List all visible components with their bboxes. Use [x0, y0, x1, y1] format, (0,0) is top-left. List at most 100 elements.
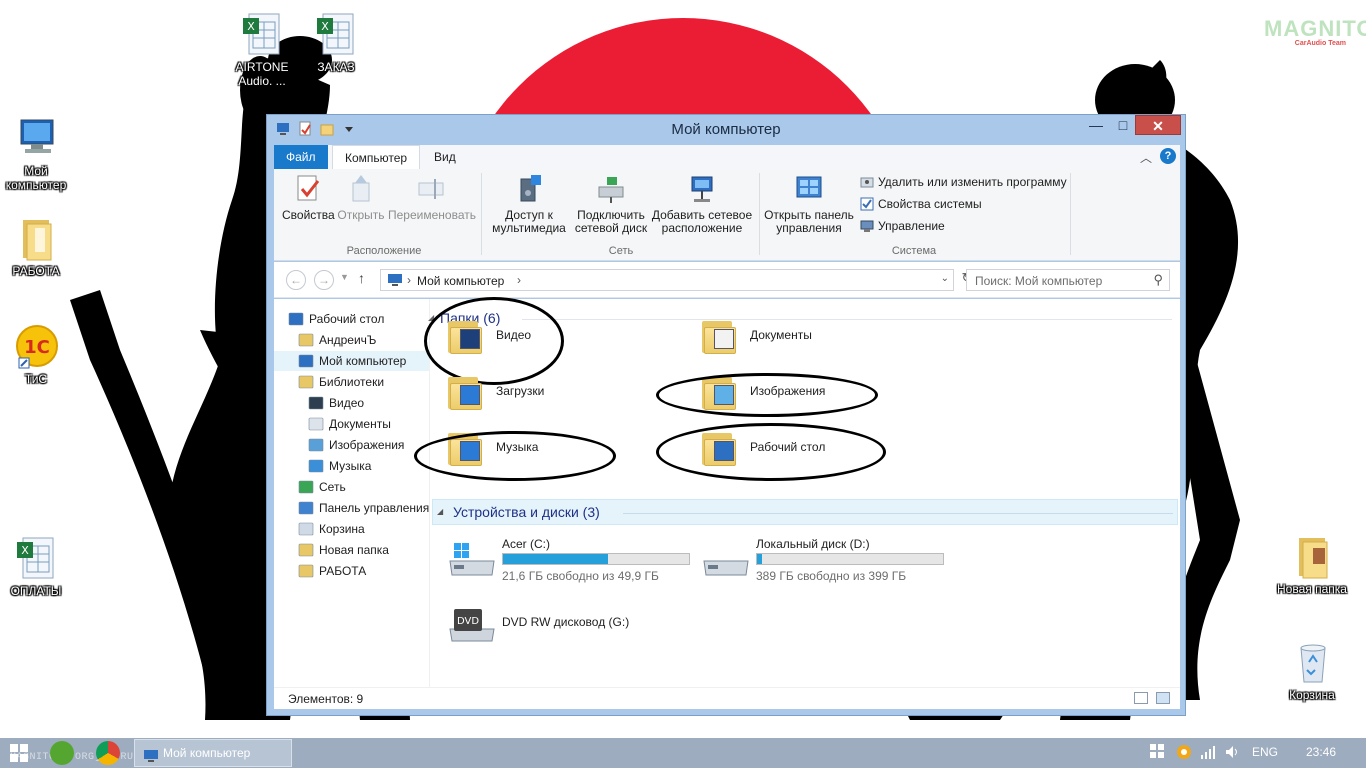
start-windows-icon[interactable] [10, 744, 28, 762]
drive-item[interactable]: Acer (C:) 21,6 ГБ свободно из 49,9 ГБ [448, 535, 698, 585]
highlight-circle [656, 423, 886, 481]
uninstall-program-button[interactable]: Удалить или изменить программу [860, 173, 1067, 191]
folder-item[interactable]: Документы [700, 310, 812, 360]
nav-item-label: Панель управления [319, 501, 430, 515]
desktop-icon-work-folder[interactable]: РАБОТА [0, 214, 76, 278]
nav-item[interactable]: АндреичЪ [274, 330, 429, 350]
back-button[interactable]: ← [286, 270, 306, 290]
desktop-icon-new-folder[interactable]: Новая папка [1270, 532, 1354, 596]
devices-group-header-row[interactable]: ◢ Устройства и диски (3) [432, 499, 1178, 525]
up-button[interactable]: ↑ [358, 270, 365, 286]
maximize-button[interactable]: □ [1109, 115, 1137, 135]
ribbon-separator [1070, 173, 1071, 255]
ribbon-tabs: Файл Компьютер Вид ︿ ? [274, 145, 1180, 169]
rename-button[interactable]: Переименовать [388, 173, 476, 222]
tab-computer[interactable]: Компьютер [332, 145, 421, 169]
collapse-ribbon-icon[interactable]: ︿ [1140, 149, 1152, 166]
desktop-icon-order[interactable]: X ЗАКАЗ [296, 10, 376, 74]
nav-item[interactable]: Документы [274, 414, 429, 434]
pictures-icon [308, 438, 324, 452]
signal-icon[interactable] [1200, 744, 1216, 763]
control-panel-icon [793, 173, 825, 205]
navigation-pane: Рабочий стол АндреичЪ Мой компьютер Библиот… [274, 299, 430, 687]
nav-item[interactable]: Библиотеки [274, 372, 429, 392]
window-titlebar[interactable]: Мой компьютер — □ ✕ [267, 115, 1185, 143]
taskbar-explorer-button[interactable]: Мой компьютер [134, 739, 292, 767]
properties-icon [292, 173, 324, 205]
add-network-location-button[interactable]: Добавить сетевое расположение [650, 173, 754, 235]
desktop-icon-1c[interactable]: 1С ТиС [0, 322, 76, 386]
media-server-icon [513, 173, 545, 205]
utorrent-icon[interactable] [50, 741, 74, 765]
nav-item[interactable]: Корзина [274, 519, 429, 539]
address-bar[interactable]: › Мой компьютер › ⌄ [380, 269, 954, 291]
desktop-icon-payments[interactable]: X ОПЛАТЫ [0, 534, 76, 598]
desktop-icon-my-computer[interactable]: Мой компьютер [0, 114, 76, 192]
desktop-icon-label: ОПЛАТЫ [10, 584, 62, 598]
desktop-windows-icon[interactable] [1150, 744, 1164, 761]
nav-item[interactable]: Панель управления [274, 498, 430, 518]
rename-icon [415, 173, 447, 205]
language-indicator[interactable]: ENG [1252, 745, 1278, 759]
breadcrumb-chevron-icon[interactable]: › [517, 273, 521, 287]
chrome-icon[interactable] [96, 741, 120, 765]
desktop-icon-label: ЗАКАЗ [317, 60, 355, 74]
media-access-button[interactable]: Доступ к мультимедиа [486, 173, 572, 235]
minimize-button[interactable]: — [1082, 115, 1110, 135]
tab-view[interactable]: Вид [422, 145, 468, 169]
desktop-icon-label: РАБОТА [12, 264, 60, 278]
nav-item-label: Изображения [329, 438, 405, 452]
nav-item[interactable]: Видео [274, 393, 429, 413]
properties-button[interactable]: Свойства [282, 173, 335, 222]
volume-icon[interactable] [1224, 744, 1240, 763]
close-button[interactable]: ✕ [1135, 115, 1181, 135]
highlight-circle [414, 431, 616, 481]
properties-label: Свойства [282, 208, 335, 222]
nav-item[interactable]: Изображения [274, 435, 429, 455]
nav-item[interactable]: Мой компьютер [274, 351, 429, 371]
open-icon [345, 173, 377, 205]
magnitola-logo-text: MAGNITOLA [1264, 16, 1366, 41]
details-view-icon[interactable] [1134, 692, 1148, 704]
nav-item[interactable]: Новая папка [274, 540, 429, 560]
breadcrumb-chevron-icon[interactable]: › [407, 273, 411, 287]
documents-folder-icon [700, 315, 740, 355]
nav-item[interactable]: Музыка [274, 456, 429, 476]
large-icons-view-icon[interactable] [1156, 692, 1170, 704]
clock[interactable]: 23:46 [1306, 745, 1336, 759]
group-label-location: Расположение [346, 245, 422, 257]
system-properties-button[interactable]: Свойства системы [860, 195, 982, 213]
documents-icon [308, 417, 324, 431]
desktop-icon-recycle-bin[interactable]: Корзина [1272, 638, 1352, 702]
excel-file-icon: X [11, 534, 61, 584]
drive-item[interactable]: Локальный диск (D:) 389 ГБ свободно из 39… [702, 535, 952, 585]
system-properties-icon [860, 197, 874, 211]
tab-file[interactable]: Файл [274, 145, 328, 169]
collapse-group-icon[interactable]: ◢ [437, 507, 443, 516]
open-control-panel-button[interactable]: Открыть панель управления [764, 173, 854, 235]
open-button[interactable]: Открыть [336, 173, 386, 222]
recent-locations-icon[interactable]: ▼ [340, 272, 349, 282]
manage-button[interactable]: Управление [860, 217, 945, 235]
taskbar-task-label: Мой компьютер [163, 746, 251, 760]
tray-app-icon[interactable] [1176, 744, 1192, 763]
drive-item[interactable]: DVD DVD RW дисковод (G:) [448, 597, 698, 647]
help-icon[interactable]: ? [1160, 148, 1176, 164]
desktop-icon-airtone[interactable]: X AIRTONE Audio. ... [222, 10, 302, 88]
nav-item[interactable]: Рабочий стол [274, 309, 429, 329]
breadcrumb-my-computer[interactable]: Мой компьютер [417, 274, 504, 288]
nav-item[interactable]: Сеть [274, 477, 429, 497]
magnitola-logo-subtitle: CarAudio Team [1294, 40, 1346, 47]
search-icon[interactable]: ⚲ [1153, 272, 1163, 288]
address-dropdown-icon[interactable]: ⌄ [941, 273, 949, 284]
map-network-drive-button[interactable]: Подключить сетевой диск [574, 173, 648, 235]
magnitola-logo: MAGNITOLA CarAudio Team [1264, 16, 1366, 52]
ribbon-panel: Свойства Открыть Переименовать Расположе… [274, 169, 1180, 261]
forward-button[interactable]: → [314, 270, 334, 290]
network-drive-icon [595, 173, 627, 205]
highlight-circle [656, 373, 878, 417]
nav-item[interactable]: РАБОТА [274, 561, 429, 581]
search-box[interactable]: Поиск: Мой компьютер ⚲ [966, 269, 1170, 291]
folder-item[interactable]: Загрузки [446, 366, 544, 416]
group-divider [623, 513, 1173, 514]
